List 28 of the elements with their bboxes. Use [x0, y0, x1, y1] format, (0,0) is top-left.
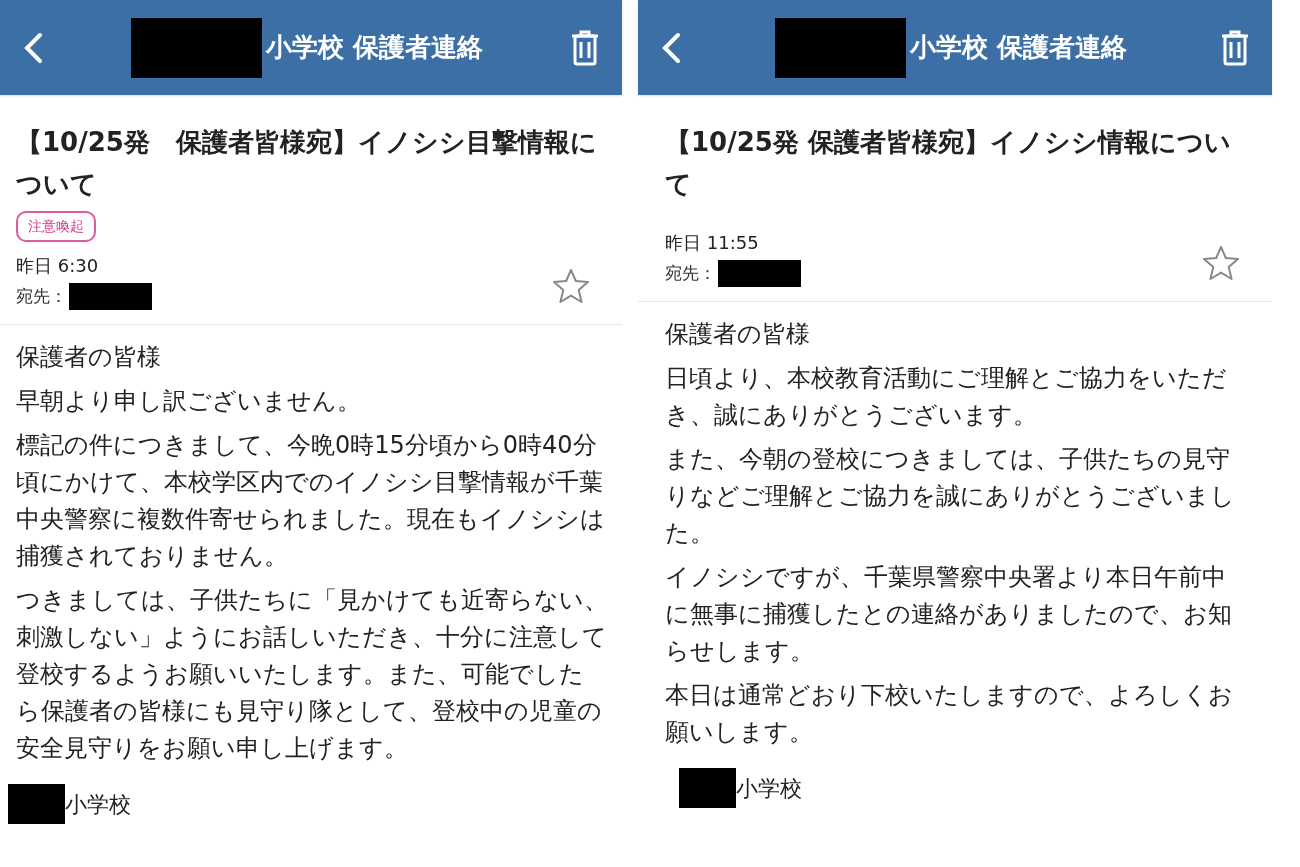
body-paragraph: 早朝より申し訳ございません。 — [16, 386, 362, 417]
star-icon[interactable] — [552, 268, 590, 304]
tag: 注意喚起 — [16, 211, 96, 242]
recipient-label: 宛先： — [665, 261, 716, 285]
message-title: 【10/25発 保護者皆様宛】イノシシ目撃情報について — [16, 126, 598, 201]
trash-icon[interactable] — [1220, 29, 1250, 66]
message-date: 昨日 11:55 — [665, 231, 760, 255]
redaction-bar — [679, 768, 736, 808]
body-paragraph: また、今朝の登校につきましては、子供たちの見守りなどご理解とご協力を誠にありがとうございました。 — [665, 444, 1236, 549]
redaction-bar — [8, 784, 65, 824]
header-title: 小学校 保護者連絡 — [909, 31, 1128, 64]
body-paragraph: つきましては、子供たちに「見かけても近寄らない、刺激しない」ようにお話しいただき、十分に注意して登校するようお願いいたします。また、可能でしたら保護者の皆様にも見守り隊として、登校中の児童の安全見守りをお願い申し上げます。 — [16, 585, 608, 764]
header-title: 小学校 保護者連絡 — [265, 31, 484, 64]
recipient-label: 宛先： — [16, 284, 67, 308]
body-paragraph: 保護者の皆様 — [16, 342, 162, 373]
body-paragraph: 本日は通常どおり下校いたしますので、よろしくお願いします。 — [665, 680, 1234, 748]
signature: 小学校 — [736, 774, 802, 803]
back-icon[interactable] — [22, 31, 44, 64]
body-paragraph: 日頃より、本校教育活動にご理解とご協力をいただき、誠にありがとうございます。 — [665, 363, 1228, 431]
message-title: 【10/25発 保護者皆様宛】イノシシ情報について — [665, 126, 1232, 201]
message-date: 昨日 6:30 — [16, 254, 100, 278]
body-paragraph: イノシシですが、千葉県警察中央署より本日午前中に無事に捕獲したとの連絡がありましたので、お知らせします。 — [665, 562, 1233, 667]
trash-icon[interactable] — [570, 29, 600, 66]
back-icon[interactable] — [660, 31, 682, 64]
star-icon[interactable] — [1202, 245, 1240, 281]
signature: 小学校 — [65, 790, 131, 819]
body-paragraph: 標記の件につきまして、今晩0時15分頃から0時40分頃にかけて、本校学区内でのイノシシ目撃情報が千葉中央警察に複数件寄せられました。現在もイノシシは捕獲されておりません。 — [16, 430, 606, 572]
body-paragraph: 保護者の皆様 — [665, 319, 811, 350]
